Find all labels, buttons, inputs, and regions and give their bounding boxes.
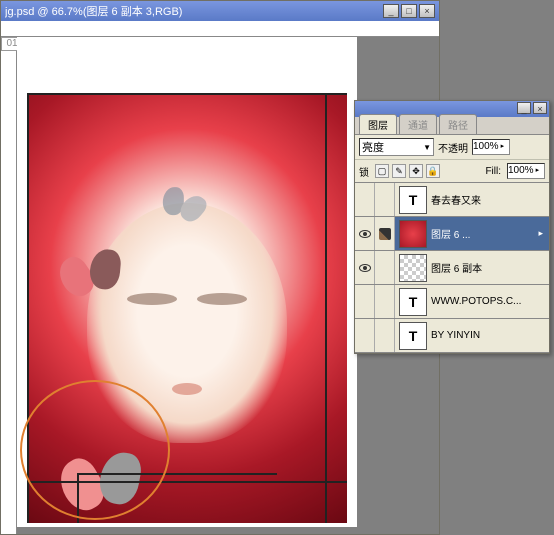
lock-position-icon[interactable]: ✥ [409, 164, 423, 178]
frame-lines [27, 93, 347, 523]
layer-row[interactable]: 图层 6 副本 [355, 251, 549, 285]
visibility-toggle[interactable] [355, 183, 375, 216]
opacity-input[interactable]: 100%▸ [472, 139, 510, 155]
visibility-toggle[interactable] [355, 285, 375, 318]
layer-name[interactable]: 图层 6 副本 [431, 260, 549, 275]
layer-row[interactable]: T BY YINYIN [355, 319, 549, 353]
layer-name[interactable]: BY YINYIN [431, 330, 549, 341]
link-toggle[interactable] [375, 183, 395, 216]
opacity-label: 不透明 [438, 140, 468, 155]
layer-name[interactable]: 春去春又来 [431, 192, 549, 207]
link-toggle[interactable] [375, 217, 395, 250]
maximize-button[interactable]: □ [401, 4, 417, 18]
text-layer-icon: T [399, 322, 427, 350]
ruler-vertical[interactable] [1, 37, 17, 534]
fill-input[interactable]: 100%▸ [507, 163, 545, 179]
tab-channels[interactable]: 通道 [399, 114, 437, 134]
layer-row-active[interactable]: 图层 6 ... ▸ [355, 217, 549, 251]
chevron-right-icon: ▸ [501, 140, 505, 154]
close-button[interactable]: × [419, 4, 435, 18]
layer-name[interactable]: WWW.POTOPS.C... [431, 296, 549, 307]
lock-transparency-icon[interactable]: ▢ [375, 164, 389, 178]
layer-thumbnail [399, 220, 427, 248]
link-toggle[interactable] [375, 319, 395, 352]
document-titlebar[interactable]: jg.psd @ 66.7%(图层 6 副本 3,RGB) _ □ × [1, 1, 439, 21]
canvas[interactable] [17, 37, 357, 527]
blend-mode-select[interactable]: 亮度 ▼ [359, 138, 434, 156]
lock-label: 锁 [359, 164, 369, 179]
blend-opacity-row: 亮度 ▼ 不透明 100%▸ [355, 135, 549, 160]
layer-list: T 春去春又来 图层 6 ... ▸ 图层 6 副本 T WWW.POTOPS.… [355, 183, 549, 353]
layers-panel[interactable]: _ × 图层 通道 路径 亮度 ▼ 不透明 100%▸ 锁 ▢ ✎ ✥ 🔒 Fi… [354, 100, 550, 354]
layer-thumbnail [399, 254, 427, 282]
layer-name[interactable]: 图层 6 ... [431, 226, 538, 241]
panel-tabs: 图层 通道 路径 [355, 117, 549, 135]
layer-row[interactable]: T 春去春又来 [355, 183, 549, 217]
link-toggle[interactable] [375, 251, 395, 284]
lock-pixels-icon[interactable]: ✎ [392, 164, 406, 178]
layer-row[interactable]: T WWW.POTOPS.C... [355, 285, 549, 319]
visibility-toggle[interactable] [355, 217, 375, 250]
chevron-down-icon: ▼ [423, 143, 431, 152]
eye-icon [359, 230, 371, 238]
visibility-toggle[interactable] [355, 251, 375, 284]
document-title: jg.psd @ 66.7%(图层 6 副本 3,RGB) [5, 3, 383, 19]
tab-layers[interactable]: 图层 [359, 114, 397, 134]
blend-mode-value: 亮度 [362, 139, 384, 155]
eye-icon [359, 264, 371, 272]
lock-icons: ▢ ✎ ✥ 🔒 [375, 164, 440, 178]
link-toggle[interactable] [375, 285, 395, 318]
brush-icon [379, 228, 391, 240]
text-layer-icon: T [399, 186, 427, 214]
minimize-button[interactable]: _ [383, 4, 399, 18]
fill-label: Fill: [485, 166, 501, 177]
lock-all-icon[interactable]: 🔒 [426, 164, 440, 178]
panel-minimize-button[interactable]: _ [517, 102, 531, 114]
expand-arrow-icon[interactable]: ▸ [538, 228, 549, 239]
lock-fill-row: 锁 ▢ ✎ ✥ 🔒 Fill: 100%▸ [355, 160, 549, 183]
visibility-toggle[interactable] [355, 319, 375, 352]
tab-paths[interactable]: 路径 [439, 114, 477, 134]
ruler-horizontal[interactable] [1, 21, 439, 37]
artwork [27, 93, 347, 523]
text-layer-icon: T [399, 288, 427, 316]
panel-close-button[interactable]: × [533, 102, 547, 114]
